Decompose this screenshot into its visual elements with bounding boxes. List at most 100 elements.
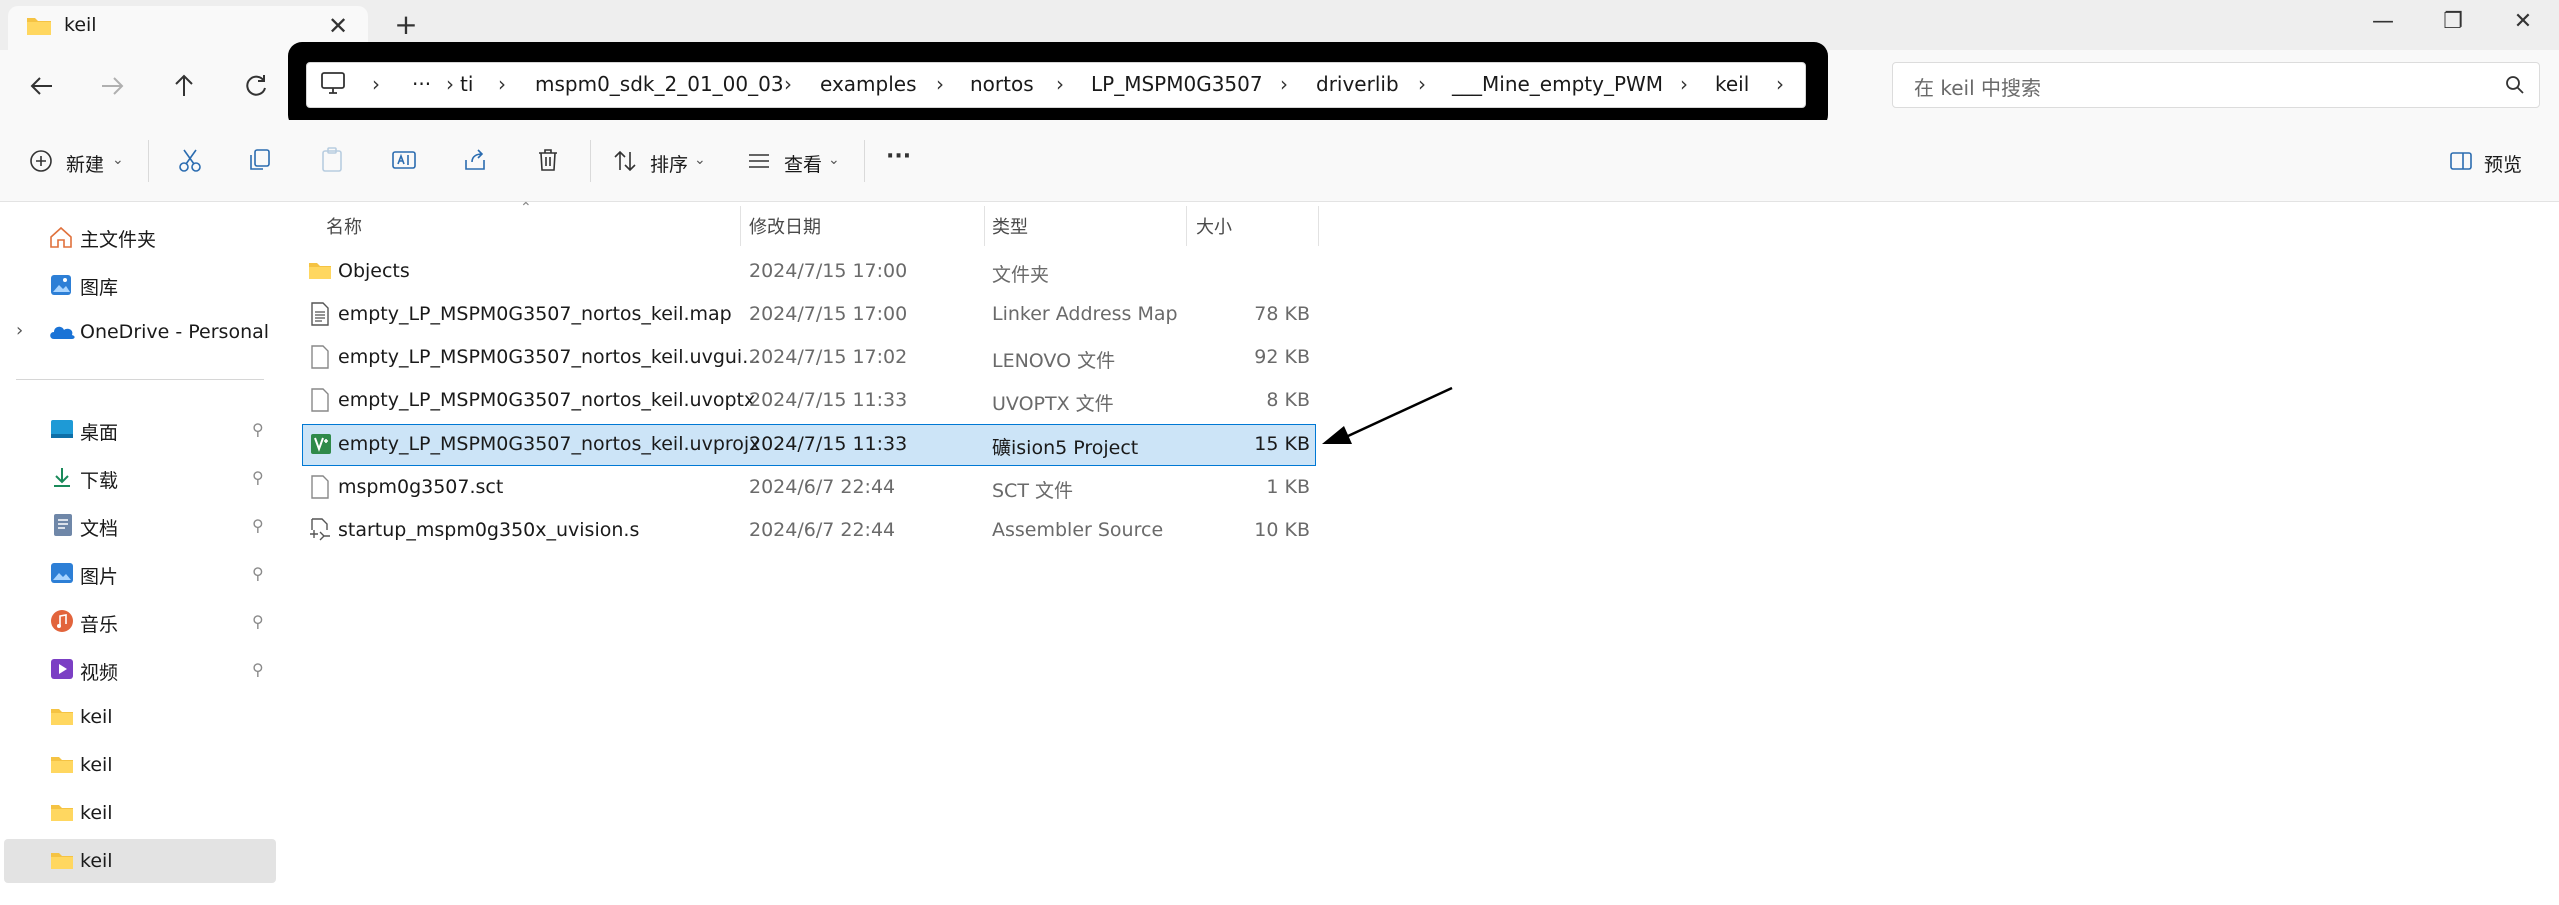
chevron-right-icon[interactable]: › (1056, 72, 1064, 96)
rename-button[interactable] (390, 146, 418, 174)
column-divider[interactable] (1318, 206, 1319, 246)
pin-icon[interactable]: ⚲ (252, 660, 264, 679)
sidebar-item-label: 音乐 (80, 614, 119, 636)
chevron-right-icon[interactable]: › (936, 72, 944, 96)
chevron-right-icon[interactable]: › (1680, 72, 1688, 96)
sidebar-item-desktop[interactable] (4, 407, 276, 451)
chevron-down-icon[interactable]: ⌄ (112, 152, 124, 168)
tab-close-button[interactable]: ✕ (322, 10, 354, 42)
sidebar-item-label: keil (80, 706, 113, 728)
breadcrumb-overflow[interactable]: ··· (412, 72, 431, 96)
sidebar-item-gallery[interactable] (4, 262, 276, 306)
breadcrumb-item[interactable]: examples (820, 72, 917, 96)
chevron-down-icon[interactable]: ⌄ (694, 152, 706, 168)
chevron-right-icon[interactable]: › (784, 72, 792, 96)
view-icon[interactable] (746, 148, 772, 174)
paste-button[interactable] (318, 146, 346, 174)
file-icon (310, 345, 330, 369)
breadcrumb-item[interactable]: mspm0_sdk_2_01_00_03 (535, 72, 784, 96)
share-button[interactable] (462, 146, 490, 174)
breadcrumb-item[interactable]: ti (460, 72, 473, 96)
maximize-button[interactable]: ❐ (2418, 0, 2488, 44)
sidebar-item-label: 主文件夹 (80, 229, 157, 251)
music-icon (50, 609, 74, 633)
column-header-type[interactable]: 类型 (992, 213, 1028, 239)
forward-button[interactable] (92, 66, 132, 106)
column-header-size[interactable]: 大小 (1196, 213, 1232, 239)
sidebar-item-label: 文档 (80, 518, 119, 540)
toolbar-divider (864, 140, 865, 182)
copy-button[interactable] (246, 146, 274, 174)
preview-pane-icon[interactable] (2448, 148, 2474, 174)
file-size: 78 KB (1254, 303, 1310, 325)
file-name: startup_mspm0g350x_uvision.s (338, 519, 640, 541)
new-button[interactable]: 新建 (66, 150, 104, 177)
documents-icon (52, 513, 74, 537)
sidebar-item-videos[interactable] (4, 647, 276, 691)
arrow-right-icon (102, 77, 124, 95)
breadcrumb-item[interactable]: driverlib (1316, 72, 1399, 96)
chevron-right-icon[interactable]: › (16, 320, 23, 341)
sidebar-item-folder[interactable] (4, 695, 276, 739)
refresh-button[interactable] (236, 66, 276, 106)
column-header-name[interactable]: 名称 (326, 213, 362, 239)
breadcrumb-item[interactable]: LP_MSPM0G3507 (1091, 72, 1263, 96)
gallery-icon (48, 272, 74, 298)
breadcrumb-item[interactable]: ___Mine_empty_PWM (1452, 72, 1663, 96)
file-type: 礦ision5 Project (992, 437, 1139, 459)
new-tab-button[interactable]: + (388, 10, 424, 42)
pin-icon[interactable]: ⚲ (252, 516, 264, 535)
more-options-button[interactable]: ··· (886, 144, 911, 169)
breadcrumb-item[interactable]: nortos (970, 72, 1034, 96)
chevron-right-icon[interactable]: › (498, 72, 506, 96)
cut-button[interactable] (176, 146, 204, 174)
minimize-button[interactable]: — (2348, 0, 2418, 44)
column-divider[interactable] (984, 206, 985, 246)
sidebar-item-folder[interactable] (4, 743, 276, 787)
pin-icon[interactable]: ⚲ (252, 468, 264, 487)
sidebar-item-folder-selected[interactable] (4, 839, 276, 883)
view-button[interactable]: 查看 (784, 150, 822, 177)
file-name: empty_LP_MSPM0G3507_nortos_keil.uvgui... (338, 346, 761, 368)
sidebar-item-pictures[interactable] (4, 551, 276, 595)
file-date: 2024/6/7 22:44 (749, 519, 896, 541)
preview-button[interactable]: 预览 (2484, 150, 2522, 177)
pin-icon[interactable]: ⚲ (252, 420, 264, 439)
up-button[interactable] (164, 66, 204, 106)
column-divider[interactable] (740, 206, 741, 246)
delete-button[interactable] (534, 146, 562, 174)
file-type: UVOPTX 文件 (992, 393, 1114, 415)
search-icon[interactable] (2504, 74, 2526, 96)
breadcrumb-item[interactable]: keil (1715, 72, 1749, 96)
file-size: 1 KB (1266, 476, 1310, 498)
pin-icon[interactable]: ⚲ (252, 564, 264, 583)
sidebar-item-label: 下载 (80, 470, 119, 492)
window-close-button[interactable]: ✕ (2488, 0, 2558, 44)
pin-icon[interactable]: ⚲ (252, 612, 264, 631)
column-divider[interactable] (1186, 206, 1187, 246)
file-type: LENOVO 文件 (992, 350, 1116, 372)
new-icon[interactable] (28, 148, 54, 174)
chevron-down-icon[interactable]: ⌄ (828, 152, 840, 168)
sidebar-item-downloads[interactable] (4, 455, 276, 499)
back-button[interactable] (22, 66, 62, 106)
onedrive-icon (48, 322, 76, 342)
toolbar-divider (590, 140, 591, 182)
chevron-right-icon[interactable]: › (372, 72, 380, 96)
file-size: 10 KB (1254, 519, 1310, 541)
sort-button[interactable]: 排序 (650, 150, 688, 177)
paste-icon (322, 147, 342, 172)
file-type: Assembler Source (992, 519, 1164, 541)
file-name: mspm0g3507.sct (338, 476, 504, 498)
chevron-right-icon[interactable]: › (446, 72, 454, 96)
sidebar-item-folder[interactable] (4, 791, 276, 835)
chevron-right-icon[interactable]: › (1418, 72, 1426, 96)
sort-icon[interactable] (612, 148, 638, 174)
sidebar-item-music[interactable] (4, 599, 276, 643)
this-pc-icon[interactable] (320, 70, 346, 96)
sidebar-item-documents[interactable] (4, 503, 276, 547)
column-header-date[interactable]: 修改日期 (749, 213, 821, 239)
chevron-right-icon[interactable]: › (1776, 72, 1784, 96)
chevron-right-icon[interactable]: › (1280, 72, 1288, 96)
folder-icon (50, 850, 74, 870)
